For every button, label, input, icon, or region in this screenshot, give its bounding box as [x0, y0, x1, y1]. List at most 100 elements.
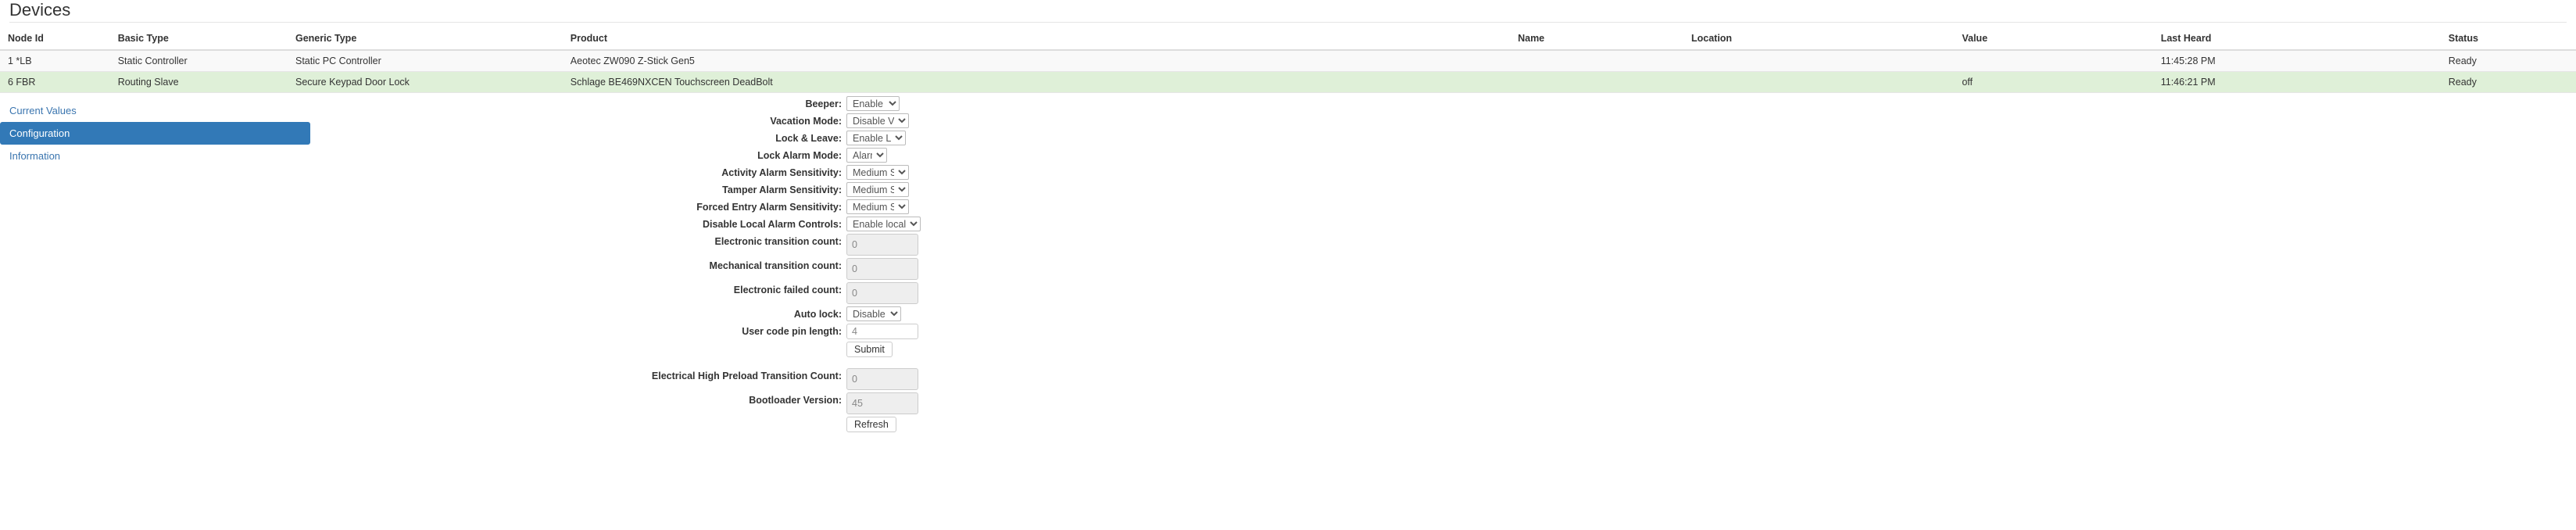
- table-row[interactable]: 1 *LB Static Controller Static PC Contro…: [0, 50, 2576, 72]
- cell-value: [1954, 50, 2153, 72]
- control-lock-alarm-mode: Alarm Off: [846, 148, 887, 163]
- cell-value: off: [1954, 71, 2153, 93]
- field-row-auto-lock: Auto lock: Disable auto lock: [0, 306, 1016, 321]
- field-row-lock-alarm-mode: Lock Alarm Mode: Alarm Off: [0, 148, 1016, 163]
- forced-entry-alarm-sensitivity-select[interactable]: Medium Sensitivity: [846, 199, 909, 214]
- cell-location: [1683, 50, 1955, 72]
- cell-generic-type: Static PC Controller: [288, 50, 563, 72]
- control-submit: Submit: [846, 342, 893, 357]
- beeper-select[interactable]: Enable Beeper: [846, 96, 900, 111]
- cell-node-id: 1 *LB: [0, 50, 110, 72]
- control-beeper: Enable Beeper: [846, 96, 900, 111]
- cell-basic-type: Routing Slave: [109, 71, 288, 93]
- vacation-mode-select[interactable]: Disable Vacation Mode: [846, 113, 909, 128]
- label-user-code-pin-length: User code pin length:: [742, 326, 842, 337]
- control-disable-local-alarm-controls: Enable local alarm controls: [846, 217, 921, 231]
- page-title: Devices: [9, 0, 71, 20]
- refresh-button[interactable]: Refresh: [846, 417, 896, 432]
- control-user-code-pin-length: [846, 324, 918, 339]
- field-row-lock-and-leave: Lock & Leave: Enable Lock & Leave: [0, 131, 1016, 145]
- device-detail-region: Current Values Configuration Information…: [0, 93, 2576, 500]
- column-header-basic-type[interactable]: Basic Type: [109, 29, 288, 51]
- field-row-bootloader-version: Bootloader Version:: [0, 392, 1016, 414]
- electrical-high-preload-transition-count-field[interactable]: [846, 368, 918, 390]
- tamper-alarm-sensitivity-select[interactable]: Medium Sensitivity: [846, 182, 909, 197]
- devices-table-header: Node Id Basic Type Generic Type Product …: [0, 29, 2576, 51]
- label-activity-alarm-sensitivity: Activity Alarm Sensitivity:: [721, 167, 842, 178]
- electronic-transition-count-field[interactable]: [846, 234, 918, 256]
- column-header-value[interactable]: Value: [1954, 29, 2153, 51]
- control-bootloader-version: [846, 392, 918, 414]
- cell-last-heard: 11:45:28 PM: [2152, 50, 2441, 72]
- submit-button[interactable]: Submit: [846, 342, 893, 357]
- column-header-status[interactable]: Status: [2440, 29, 2576, 51]
- field-row-mechanical-transition-count: Mechanical transition count:: [0, 258, 1016, 280]
- cell-location: [1683, 71, 1955, 93]
- cell-node-id: 6 FBR: [0, 71, 110, 93]
- cell-basic-type: Static Controller: [109, 50, 288, 72]
- label-forced-entry-alarm-sensitivity: Forced Entry Alarm Sensitivity:: [696, 202, 842, 213]
- cell-name: [1510, 50, 1683, 72]
- column-header-product[interactable]: Product: [562, 29, 1511, 51]
- label-vacation-mode: Vacation Mode:: [770, 116, 842, 127]
- cell-status: Ready: [2440, 50, 2576, 72]
- control-auto-lock: Disable auto lock: [846, 306, 901, 321]
- column-header-last-heard[interactable]: Last Heard: [2152, 29, 2441, 51]
- table-header-row: Node Id Basic Type Generic Type Product …: [0, 29, 2576, 51]
- field-row-electrical-high-preload-transition-count: Electrical High Preload Transition Count…: [0, 368, 1016, 390]
- label-refresh-spacer: [0, 417, 846, 419]
- cell-product: Schlage BE469NXCEN Touchscreen DeadBolt: [562, 71, 1511, 93]
- field-row-disable-local-alarm-controls: Disable Local Alarm Controls: Enable loc…: [0, 217, 1016, 231]
- control-forced-entry-alarm-sensitivity: Medium Sensitivity: [846, 199, 909, 214]
- field-row-refresh: Refresh: [0, 417, 1016, 432]
- activity-alarm-sensitivity-select[interactable]: Medium Sensitivity: [846, 165, 909, 180]
- control-electronic-failed-count: [846, 282, 918, 304]
- label-lock-and-leave: Lock & Leave:: [775, 133, 842, 144]
- mechanical-transition-count-field[interactable]: [846, 258, 918, 280]
- column-header-generic-type[interactable]: Generic Type: [288, 29, 563, 51]
- cell-last-heard: 11:46:21 PM: [2152, 71, 2441, 93]
- field-row-tamper-alarm-sensitivity: Tamper Alarm Sensitivity: Medium Sensiti…: [0, 182, 1016, 197]
- label-mechanical-transition-count: Mechanical transition count:: [709, 260, 842, 271]
- cell-product: Aeotec ZW090 Z-Stick Gen5: [562, 50, 1511, 72]
- table-row[interactable]: 6 FBR Routing Slave Secure Keypad Door L…: [0, 71, 2576, 93]
- column-header-name[interactable]: Name: [1510, 29, 1683, 51]
- label-electronic-transition-count: Electronic transition count:: [714, 236, 842, 247]
- control-vacation-mode: Disable Vacation Mode: [846, 113, 909, 128]
- lock-alarm-mode-select[interactable]: Alarm Off: [846, 148, 887, 163]
- label-submit-spacer: [0, 342, 846, 344]
- control-lock-and-leave: Enable Lock & Leave: [846, 131, 906, 145]
- control-tamper-alarm-sensitivity: Medium Sensitivity: [846, 182, 909, 197]
- label-lock-alarm-mode: Lock Alarm Mode:: [757, 150, 842, 161]
- label-electrical-high-preload-transition-count: Electrical High Preload Transition Count…: [651, 371, 842, 381]
- user-code-pin-length-input[interactable]: [846, 324, 918, 339]
- bootloader-version-field[interactable]: [846, 392, 918, 414]
- column-header-location[interactable]: Location: [1683, 29, 1955, 51]
- label-disable-local-alarm-controls: Disable Local Alarm Controls:: [702, 219, 842, 230]
- field-row-submit: Submit: [0, 342, 1016, 357]
- devices-table: Node Id Basic Type Generic Type Product …: [0, 29, 2576, 93]
- cell-name: [1510, 71, 1683, 93]
- field-row-user-code-pin-length: User code pin length:: [0, 324, 1016, 339]
- disable-local-alarm-controls-select[interactable]: Enable local alarm controls: [846, 217, 921, 231]
- control-refresh: Refresh: [846, 417, 896, 432]
- field-row-activity-alarm-sensitivity: Activity Alarm Sensitivity: Medium Sensi…: [0, 165, 1016, 180]
- control-electrical-high-preload-transition-count: [846, 368, 918, 390]
- label-beeper: Beeper:: [805, 98, 842, 109]
- electronic-failed-count-field[interactable]: [846, 282, 918, 304]
- label-auto-lock: Auto lock:: [793, 309, 842, 320]
- label-tamper-alarm-sensitivity: Tamper Alarm Sensitivity:: [722, 184, 842, 195]
- title-divider: [9, 22, 2567, 23]
- devices-table-body: 1 *LB Static Controller Static PC Contro…: [0, 50, 2576, 93]
- field-row-electronic-transition-count: Electronic transition count:: [0, 234, 1016, 256]
- control-mechanical-transition-count: [846, 258, 918, 280]
- auto-lock-select[interactable]: Disable auto lock: [846, 306, 901, 321]
- field-row-beeper: Beeper: Enable Beeper: [0, 96, 1016, 111]
- column-header-node-id[interactable]: Node Id: [0, 29, 110, 51]
- control-electronic-transition-count: [846, 234, 918, 256]
- cell-generic-type: Secure Keypad Door Lock: [288, 71, 563, 93]
- field-row-vacation-mode: Vacation Mode: Disable Vacation Mode: [0, 113, 1016, 128]
- configuration-form: Beeper: Enable Beeper Vacation Mode: Dis…: [0, 96, 1016, 435]
- cell-status: Ready: [2440, 71, 2576, 93]
- lock-and-leave-select[interactable]: Enable Lock & Leave: [846, 131, 906, 145]
